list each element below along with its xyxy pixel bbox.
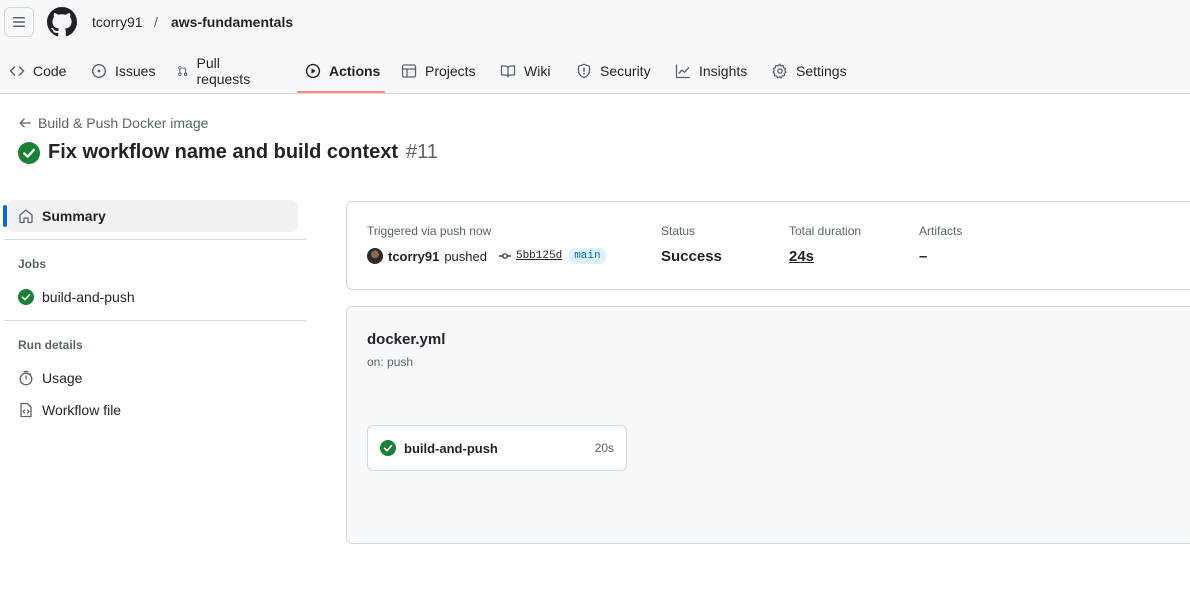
- duration-value[interactable]: 24s: [789, 248, 814, 265]
- sidebar-job-label: build-and-push: [42, 289, 135, 305]
- job-name: build-and-push: [404, 440, 498, 456]
- run-title: Fix workflow name and build context: [48, 141, 399, 163]
- run-number: #11: [406, 141, 438, 163]
- github-logo-icon[interactable]: [47, 7, 77, 37]
- workflow-back-link[interactable]: Build & Push Docker image: [18, 115, 208, 131]
- workflow-back-label: Build & Push Docker image: [38, 115, 209, 131]
- run-title-row: Fix workflow name and build context #11: [18, 141, 438, 164]
- sidebar-item-workflow-file[interactable]: Workflow file: [18, 402, 121, 418]
- sidebar-item-job[interactable]: build-and-push: [18, 289, 135, 305]
- table-icon: [401, 64, 417, 78]
- tab-pull-requests-label: Pull requests: [196, 55, 251, 87]
- pull-request-icon: [178, 66, 188, 76]
- sidebar-usage-label: Usage: [42, 370, 83, 386]
- hamburger-icon: [13, 17, 25, 27]
- commit-link[interactable]: 5bb125d: [498, 249, 562, 263]
- sidebar-workflow-file-label: Workflow file: [42, 402, 122, 418]
- status-label: Status: [661, 224, 696, 238]
- repo-owner-link[interactable]: tcorry91: [92, 14, 143, 30]
- push-action: pushed: [444, 248, 487, 264]
- sidebar-item-summary[interactable]: Summary: [8, 200, 298, 232]
- sidebar-jobs-heading: Jobs: [18, 257, 47, 271]
- check-circle-fill-icon: [18, 141, 40, 164]
- code-icon: [9, 66, 25, 76]
- git-commit-icon: [498, 253, 512, 259]
- breadcrumb-separator: /: [154, 14, 158, 30]
- tab-projects[interactable]: Projects: [401, 52, 476, 90]
- tab-code[interactable]: Code: [9, 52, 66, 90]
- menu-button[interactable]: [4, 7, 34, 37]
- check-circle-fill-icon: [18, 289, 34, 305]
- sidebar-item-usage[interactable]: Usage: [18, 370, 82, 386]
- tab-settings-label: Settings: [796, 63, 847, 79]
- tab-insights[interactable]: Insights: [675, 52, 747, 90]
- check-circle-fill-icon: [380, 440, 396, 456]
- tab-settings[interactable]: Settings: [772, 52, 847, 90]
- book-icon: [500, 65, 516, 78]
- issue-icon: [91, 63, 107, 79]
- sidebar-active-indicator: [3, 205, 7, 227]
- sidebar-divider: [4, 320, 306, 321]
- stopwatch-icon: [19, 370, 33, 386]
- status-value: Success: [661, 248, 722, 265]
- workflow-graph-card: docker.yml on: push build-and-push 20s: [346, 306, 1190, 544]
- avatar[interactable]: [367, 248, 383, 264]
- tab-security-label: Security: [600, 63, 651, 79]
- play-icon: [305, 63, 321, 79]
- home-icon: [19, 209, 33, 224]
- push-user-link[interactable]: tcorry91: [388, 249, 439, 264]
- tab-issues-label: Issues: [115, 63, 156, 79]
- gear-icon: [772, 63, 787, 79]
- sidebar-divider: [4, 239, 306, 240]
- tab-actions-label: Actions: [329, 63, 381, 79]
- sidebar-summary-label: Summary: [42, 208, 106, 224]
- tab-actions[interactable]: Actions: [305, 52, 380, 90]
- run-summary-card: Triggered via push now tcorry91 pushed 5…: [346, 201, 1190, 290]
- tab-insights-label: Insights: [699, 63, 748, 79]
- branch-badge[interactable]: main: [569, 248, 606, 264]
- shield-icon: [577, 63, 591, 79]
- push-info: tcorry91 pushed 5bb125d main: [367, 248, 606, 264]
- arrow-left-icon: [19, 118, 31, 128]
- triggered-label: Triggered via push now: [367, 224, 492, 238]
- repo-header: tcorry91 / aws-fundamentals Code Issues …: [0, 0, 1190, 94]
- sidebar-run-details-heading: Run details: [18, 338, 83, 352]
- tab-wiki-label: Wiki: [524, 63, 551, 79]
- file-code-icon: [20, 402, 32, 418]
- tab-issues[interactable]: Issues: [91, 52, 155, 90]
- artifacts-label: Artifacts: [919, 224, 963, 238]
- tab-code-label: Code: [33, 63, 67, 79]
- commit-sha: 5bb125d: [515, 250, 563, 262]
- workflow-file-name: docker.yml: [367, 331, 446, 348]
- repo-name-link[interactable]: aws-fundamentals: [171, 14, 293, 30]
- duration-label: Total duration: [789, 224, 862, 238]
- tab-projects-label: Projects: [425, 63, 476, 79]
- tab-wiki[interactable]: Wiki: [500, 52, 550, 90]
- workflow-trigger: on: push: [367, 355, 414, 369]
- job-card[interactable]: build-and-push 20s: [367, 425, 627, 471]
- active-tab-underline: [297, 91, 385, 93]
- tab-security[interactable]: Security: [576, 52, 651, 90]
- tab-pull-requests[interactable]: Pull requests: [177, 52, 255, 90]
- job-duration: 20s: [594, 441, 614, 455]
- artifacts-value: –: [919, 248, 928, 265]
- graph-icon: [675, 64, 690, 79]
